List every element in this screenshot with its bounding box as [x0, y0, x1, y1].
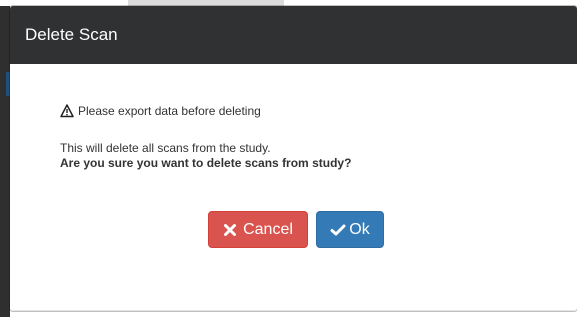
cancel-label: Cancel — [243, 220, 293, 238]
description-text: This will delete all scans from the stud… — [60, 141, 271, 155]
ok-label: Ok — [349, 220, 370, 238]
modal-actions: Cancel Ok — [208, 211, 384, 248]
confirm-question: Are you sure you want to delete scans fr… — [60, 156, 352, 170]
warning-text: Please export data before deleting — [78, 104, 261, 118]
warning-triangle-icon — [60, 104, 74, 118]
modal-body: Please export data before deleting This … — [10, 103, 577, 171]
cancel-button[interactable]: Cancel — [208, 211, 308, 248]
viewport: Delete Scan Please export data before de… — [0, 0, 577, 317]
delete-scan-modal: Delete Scan Please export data before de… — [10, 6, 577, 311]
backdrop-left — [0, 6, 10, 317]
modal-header: Delete Scan — [10, 6, 577, 64]
modal-title: Delete Scan — [25, 25, 118, 44]
modal-footer-line — [10, 310, 577, 311]
warning-line: Please export data before deleting — [60, 103, 577, 119]
ok-button[interactable]: Ok — [316, 211, 384, 248]
check-icon — [330, 223, 346, 237]
x-icon — [223, 223, 237, 237]
